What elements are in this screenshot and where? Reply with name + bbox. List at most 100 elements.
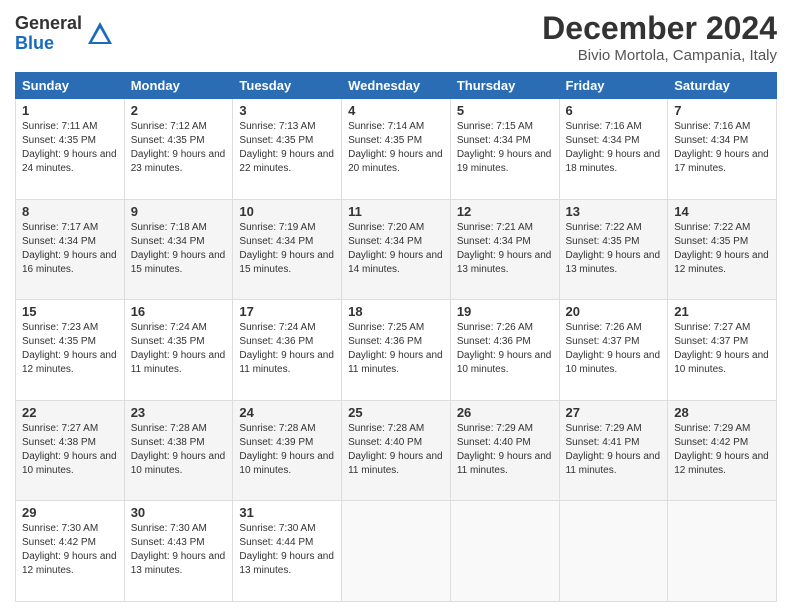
logo-general: General [15,14,82,34]
calendar-cell: 16 Sunrise: 7:24 AMSunset: 4:35 PMDaylig… [124,300,233,401]
day-number: 9 [131,204,227,219]
title-block: December 2024 Bivio Mortola, Campania, I… [542,10,777,64]
day-info: Sunrise: 7:15 AMSunset: 4:34 PMDaylight:… [457,121,552,174]
day-info: Sunrise: 7:21 AMSunset: 4:34 PMDaylight:… [457,222,552,275]
page: General Blue December 2024 Bivio Mortola… [0,0,792,612]
calendar-cell: 19 Sunrise: 7:26 AMSunset: 4:36 PMDaylig… [450,300,559,401]
day-number: 27 [566,405,662,420]
day-info: Sunrise: 7:28 AMSunset: 4:38 PMDaylight:… [131,423,226,476]
main-title: December 2024 [542,10,777,47]
day-info: Sunrise: 7:16 AMSunset: 4:34 PMDaylight:… [674,121,769,174]
day-info: Sunrise: 7:30 AMSunset: 4:42 PMDaylight:… [22,523,117,576]
day-number: 5 [457,103,553,118]
calendar-cell: 24 Sunrise: 7:28 AMSunset: 4:39 PMDaylig… [233,400,342,501]
day-number: 16 [131,304,227,319]
calendar-cell: 27 Sunrise: 7:29 AMSunset: 4:41 PMDaylig… [559,400,668,501]
calendar-cell: 6 Sunrise: 7:16 AMSunset: 4:34 PMDayligh… [559,99,668,200]
calendar-cell: 7 Sunrise: 7:16 AMSunset: 4:34 PMDayligh… [668,99,777,200]
calendar-week-5: 29 Sunrise: 7:30 AMSunset: 4:42 PMDaylig… [16,501,777,602]
calendar-cell [559,501,668,602]
calendar-cell [450,501,559,602]
calendar-week-4: 22 Sunrise: 7:27 AMSunset: 4:38 PMDaylig… [16,400,777,501]
calendar-cell: 23 Sunrise: 7:28 AMSunset: 4:38 PMDaylig… [124,400,233,501]
day-info: Sunrise: 7:29 AMSunset: 4:40 PMDaylight:… [457,423,552,476]
day-info: Sunrise: 7:12 AMSunset: 4:35 PMDaylight:… [131,121,226,174]
day-info: Sunrise: 7:28 AMSunset: 4:40 PMDaylight:… [348,423,443,476]
day-info: Sunrise: 7:23 AMSunset: 4:35 PMDaylight:… [22,322,117,375]
calendar-week-3: 15 Sunrise: 7:23 AMSunset: 4:35 PMDaylig… [16,300,777,401]
calendar-header-tuesday: Tuesday [233,73,342,99]
header: General Blue December 2024 Bivio Mortola… [15,10,777,64]
logo: General Blue [15,14,114,54]
calendar-cell [668,501,777,602]
subtitle: Bivio Mortola, Campania, Italy [542,47,777,64]
calendar-header-wednesday: Wednesday [342,73,451,99]
day-number: 21 [674,304,770,319]
calendar-cell: 5 Sunrise: 7:15 AMSunset: 4:34 PMDayligh… [450,99,559,200]
day-info: Sunrise: 7:19 AMSunset: 4:34 PMDaylight:… [239,222,334,275]
day-number: 23 [131,405,227,420]
day-info: Sunrise: 7:27 AMSunset: 4:38 PMDaylight:… [22,423,117,476]
day-number: 2 [131,103,227,118]
calendar-cell: 17 Sunrise: 7:24 AMSunset: 4:36 PMDaylig… [233,300,342,401]
day-info: Sunrise: 7:24 AMSunset: 4:35 PMDaylight:… [131,322,226,375]
day-info: Sunrise: 7:11 AMSunset: 4:35 PMDaylight:… [22,121,117,174]
logo-icon [86,20,114,48]
calendar-cell: 29 Sunrise: 7:30 AMSunset: 4:42 PMDaylig… [16,501,125,602]
calendar-table: SundayMondayTuesdayWednesdayThursdayFrid… [15,72,777,602]
day-number: 28 [674,405,770,420]
calendar-header-friday: Friday [559,73,668,99]
day-number: 20 [566,304,662,319]
day-info: Sunrise: 7:29 AMSunset: 4:41 PMDaylight:… [566,423,661,476]
logo-blue: Blue [15,34,82,54]
day-number: 7 [674,103,770,118]
day-number: 1 [22,103,118,118]
day-number: 11 [348,204,444,219]
calendar-cell: 3 Sunrise: 7:13 AMSunset: 4:35 PMDayligh… [233,99,342,200]
calendar-cell: 25 Sunrise: 7:28 AMSunset: 4:40 PMDaylig… [342,400,451,501]
day-info: Sunrise: 7:20 AMSunset: 4:34 PMDaylight:… [348,222,443,275]
day-info: Sunrise: 7:28 AMSunset: 4:39 PMDaylight:… [239,423,334,476]
calendar-header-sunday: Sunday [16,73,125,99]
day-info: Sunrise: 7:13 AMSunset: 4:35 PMDaylight:… [239,121,334,174]
day-info: Sunrise: 7:26 AMSunset: 4:37 PMDaylight:… [566,322,661,375]
day-number: 30 [131,505,227,520]
day-info: Sunrise: 7:30 AMSunset: 4:44 PMDaylight:… [239,523,334,576]
calendar-cell: 11 Sunrise: 7:20 AMSunset: 4:34 PMDaylig… [342,199,451,300]
calendar-cell: 13 Sunrise: 7:22 AMSunset: 4:35 PMDaylig… [559,199,668,300]
calendar-cell: 1 Sunrise: 7:11 AMSunset: 4:35 PMDayligh… [16,99,125,200]
calendar-cell: 14 Sunrise: 7:22 AMSunset: 4:35 PMDaylig… [668,199,777,300]
calendar-cell: 10 Sunrise: 7:19 AMSunset: 4:34 PMDaylig… [233,199,342,300]
calendar-cell: 8 Sunrise: 7:17 AMSunset: 4:34 PMDayligh… [16,199,125,300]
day-number: 19 [457,304,553,319]
calendar-cell: 15 Sunrise: 7:23 AMSunset: 4:35 PMDaylig… [16,300,125,401]
day-number: 8 [22,204,118,219]
day-number: 13 [566,204,662,219]
day-number: 14 [674,204,770,219]
calendar-cell: 20 Sunrise: 7:26 AMSunset: 4:37 PMDaylig… [559,300,668,401]
day-number: 3 [239,103,335,118]
calendar-header-monday: Monday [124,73,233,99]
calendar-header-thursday: Thursday [450,73,559,99]
calendar-cell [342,501,451,602]
day-number: 24 [239,405,335,420]
calendar-cell: 9 Sunrise: 7:18 AMSunset: 4:34 PMDayligh… [124,199,233,300]
day-number: 15 [22,304,118,319]
day-info: Sunrise: 7:18 AMSunset: 4:34 PMDaylight:… [131,222,226,275]
logo-text: General Blue [15,14,82,54]
day-number: 29 [22,505,118,520]
day-info: Sunrise: 7:16 AMSunset: 4:34 PMDaylight:… [566,121,661,174]
day-number: 26 [457,405,553,420]
calendar-cell: 31 Sunrise: 7:30 AMSunset: 4:44 PMDaylig… [233,501,342,602]
day-info: Sunrise: 7:29 AMSunset: 4:42 PMDaylight:… [674,423,769,476]
day-info: Sunrise: 7:17 AMSunset: 4:34 PMDaylight:… [22,222,117,275]
day-number: 31 [239,505,335,520]
calendar-cell: 18 Sunrise: 7:25 AMSunset: 4:36 PMDaylig… [342,300,451,401]
calendar-cell: 26 Sunrise: 7:29 AMSunset: 4:40 PMDaylig… [450,400,559,501]
day-number: 4 [348,103,444,118]
day-number: 12 [457,204,553,219]
calendar-cell: 28 Sunrise: 7:29 AMSunset: 4:42 PMDaylig… [668,400,777,501]
day-number: 6 [566,103,662,118]
calendar-cell: 4 Sunrise: 7:14 AMSunset: 4:35 PMDayligh… [342,99,451,200]
calendar-header-saturday: Saturday [668,73,777,99]
